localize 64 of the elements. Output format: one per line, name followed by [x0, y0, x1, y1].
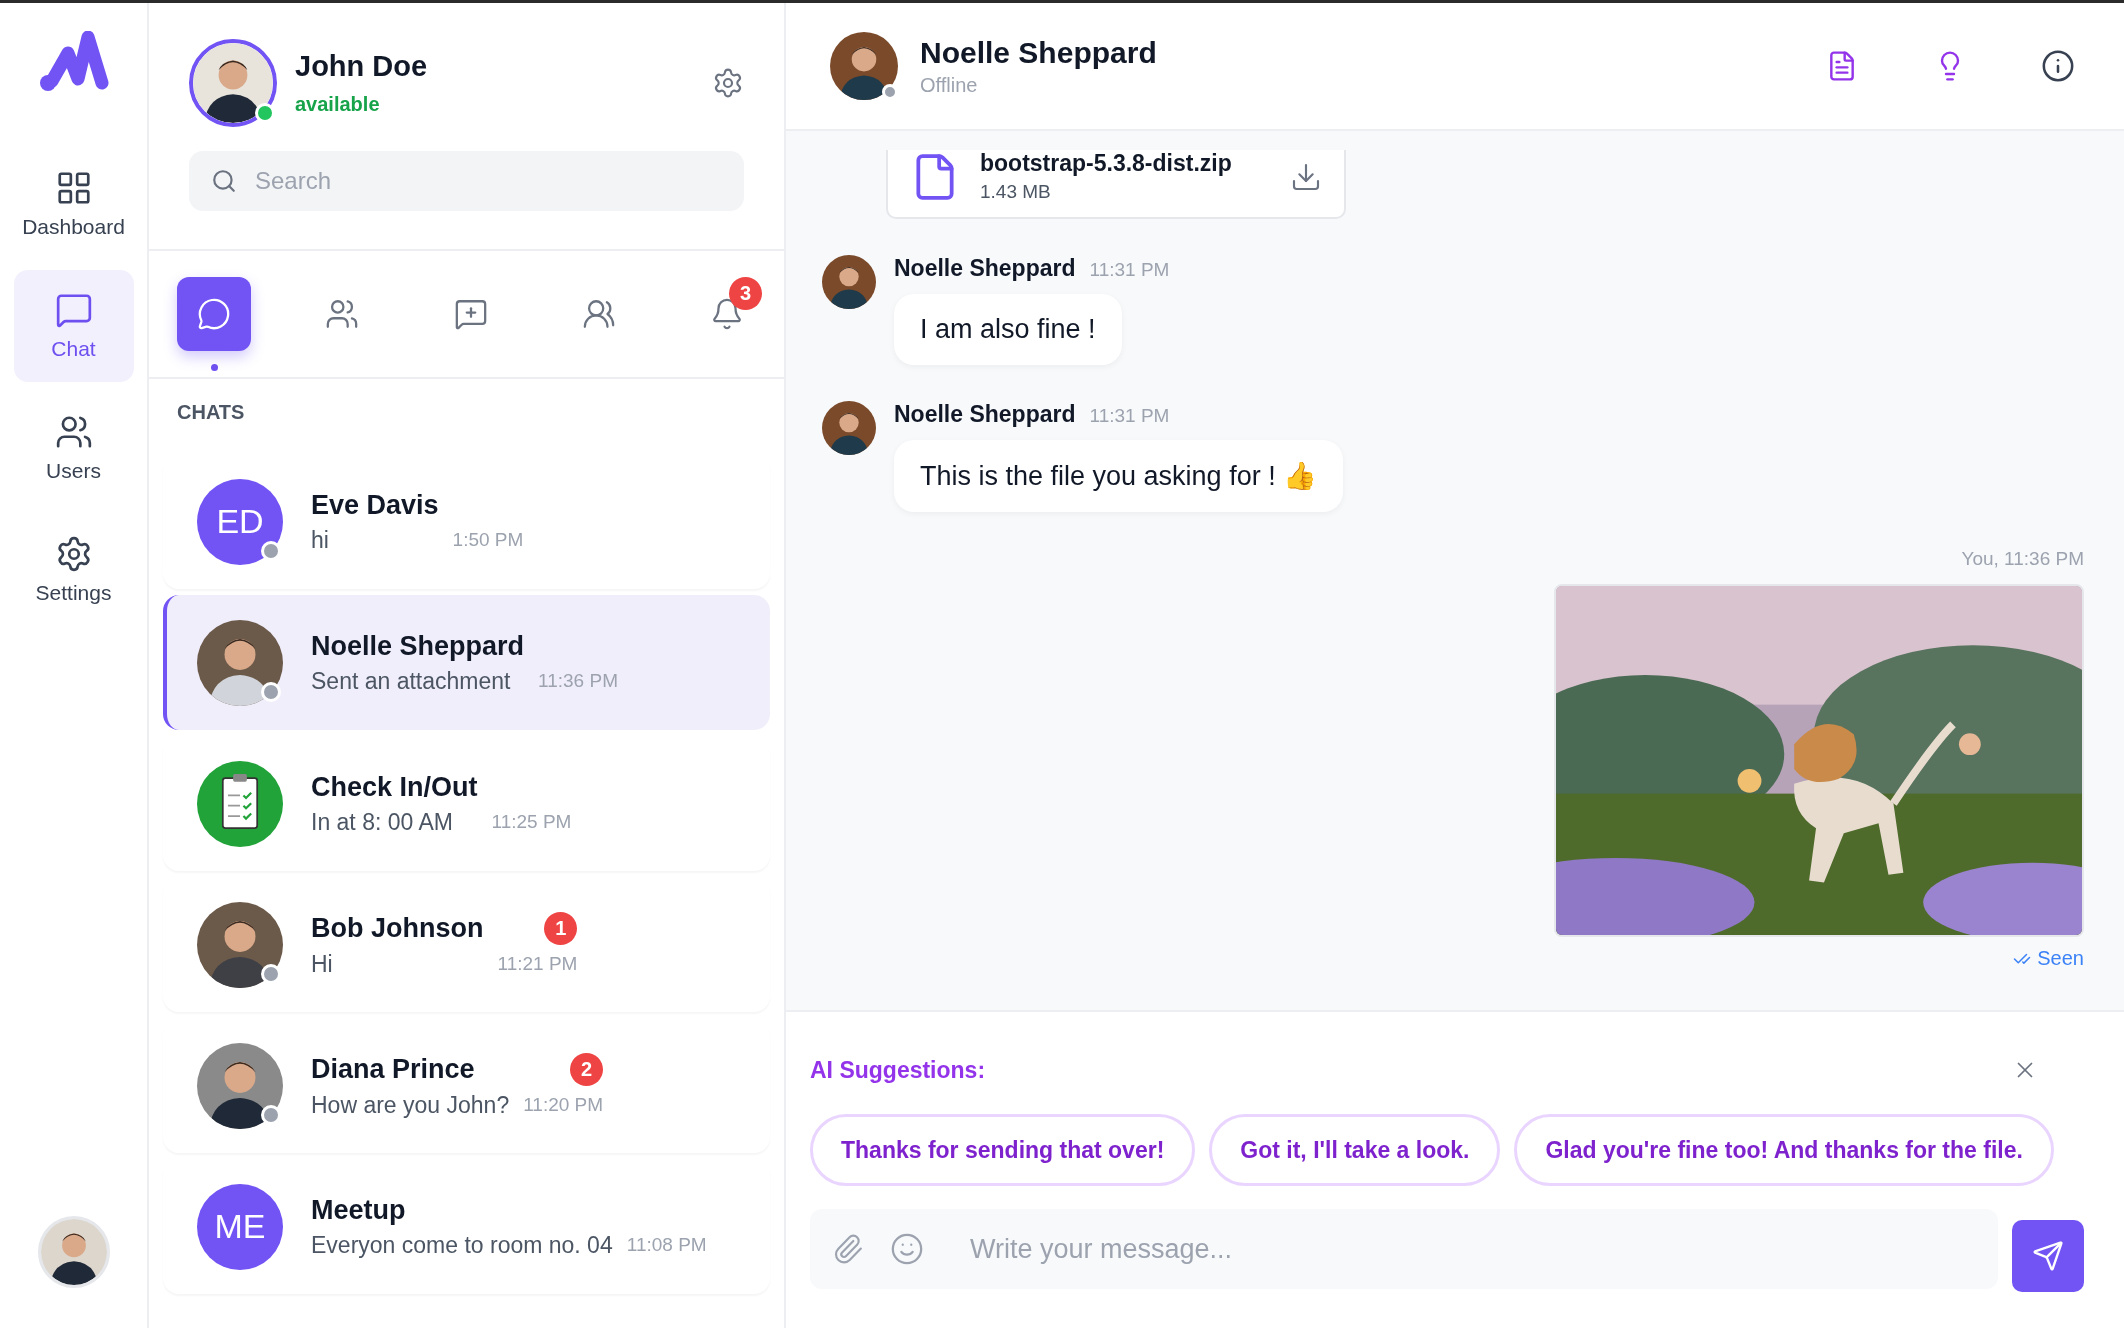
- chat-name: Bob Johnson: [311, 912, 484, 944]
- contact-name: Noelle Sheppard: [920, 35, 1158, 70]
- tab[interactable]: 3: [690, 277, 764, 351]
- file-name: bootstrap-5.3.8-dist.zip: [980, 150, 1233, 177]
- suggestions-label: AI Suggestions:: [810, 1056, 986, 1084]
- message-time: 11:36 PM: [538, 670, 618, 692]
- sender-name: Noelle Sheppard: [894, 255, 1076, 282]
- chat-name: Noelle Sheppard: [311, 630, 525, 662]
- send-button[interactable]: [2012, 1220, 2084, 1292]
- message-field[interactable]: Write your message...: [810, 1209, 1998, 1289]
- chat-name: Meetup: [311, 1194, 406, 1226]
- send-icon: [2032, 1240, 2064, 1272]
- suggestion-chip[interactable]: Got it, I'll take a look.: [1209, 1114, 1501, 1186]
- active-dot: [211, 364, 218, 371]
- search-icon: [211, 168, 237, 194]
- user-name: John Doe: [295, 50, 429, 83]
- message-time: 1:50 PM: [452, 529, 524, 551]
- section-heading: CHATS: [176, 400, 246, 425]
- message-preview: In at 8: 00 AM: [311, 808, 453, 836]
- chat-name: Check In/Out: [311, 771, 478, 803]
- sender-name: Noelle Sheppard: [894, 401, 1076, 428]
- avatar-initials: ME: [197, 1183, 283, 1270]
- message-time: 11:21 PM: [497, 953, 578, 975]
- nav-item[interactable]: Users: [13, 392, 134, 504]
- chat-icon: [197, 297, 231, 331]
- chat-name: Diana Prince: [311, 1053, 475, 1085]
- search-field[interactable]: Search: [189, 151, 744, 211]
- message-bubble: This is the file you asking for ! 👍: [894, 440, 1344, 512]
- nav-item[interactable]: Chat: [13, 270, 134, 382]
- unread-count: 2: [570, 1052, 604, 1086]
- chat-name: Eve Davis: [311, 489, 439, 521]
- message-preview: Hi: [311, 950, 333, 978]
- nav-item[interactable]: Settings: [13, 514, 134, 626]
- file-size: 1.43 MB: [980, 181, 1052, 203]
- message-time: 11:31 PM: [1089, 259, 1170, 281]
- message-time: 11:20 PM: [523, 1094, 604, 1116]
- users-icon: [581, 297, 616, 331]
- conversation-row[interactable]: Noelle Sheppard Sent an attachment 11:36 PM: [163, 595, 770, 730]
- notification-count: 3: [729, 277, 762, 310]
- new-chat-icon: [453, 297, 488, 331]
- users-icon: [54, 413, 93, 451]
- message-preview: hi: [311, 526, 329, 554]
- suggestion-chip[interactable]: Thanks for sending that over!: [810, 1114, 1196, 1186]
- message-bubble: I am also fine !: [894, 294, 1122, 365]
- message-time: 11:25 PM: [491, 811, 572, 833]
- clipboard-icon: [197, 760, 283, 847]
- user-status: available: [295, 93, 381, 116]
- message-preview: Everyon come to room no. 04: [311, 1231, 613, 1259]
- message-time: 11:08 PM: [626, 1234, 707, 1256]
- avatar-initials: ED: [197, 478, 283, 565]
- paperclip-icon[interactable]: [832, 1233, 864, 1265]
- info-icon: [2041, 49, 2075, 83]
- unread-count: 1: [544, 911, 578, 945]
- nav-item[interactable]: Dashboard: [13, 148, 134, 260]
- message-preview: Sent an attachment: [311, 667, 511, 695]
- chat-icon: [54, 291, 93, 329]
- message-preview: How are you John?: [311, 1091, 510, 1119]
- suggestion-chip[interactable]: Glad you're fine too! And thanks for the file.: [1514, 1114, 2054, 1186]
- message-time: You, 11:36 PM: [1961, 548, 2084, 570]
- message-time: 11:31 PM: [1089, 405, 1170, 427]
- read-receipt: Seen: [2013, 947, 2084, 970]
- users-icon: [325, 297, 360, 331]
- contact-status: Offline: [920, 73, 979, 97]
- settings-icon[interactable]: [712, 67, 744, 99]
